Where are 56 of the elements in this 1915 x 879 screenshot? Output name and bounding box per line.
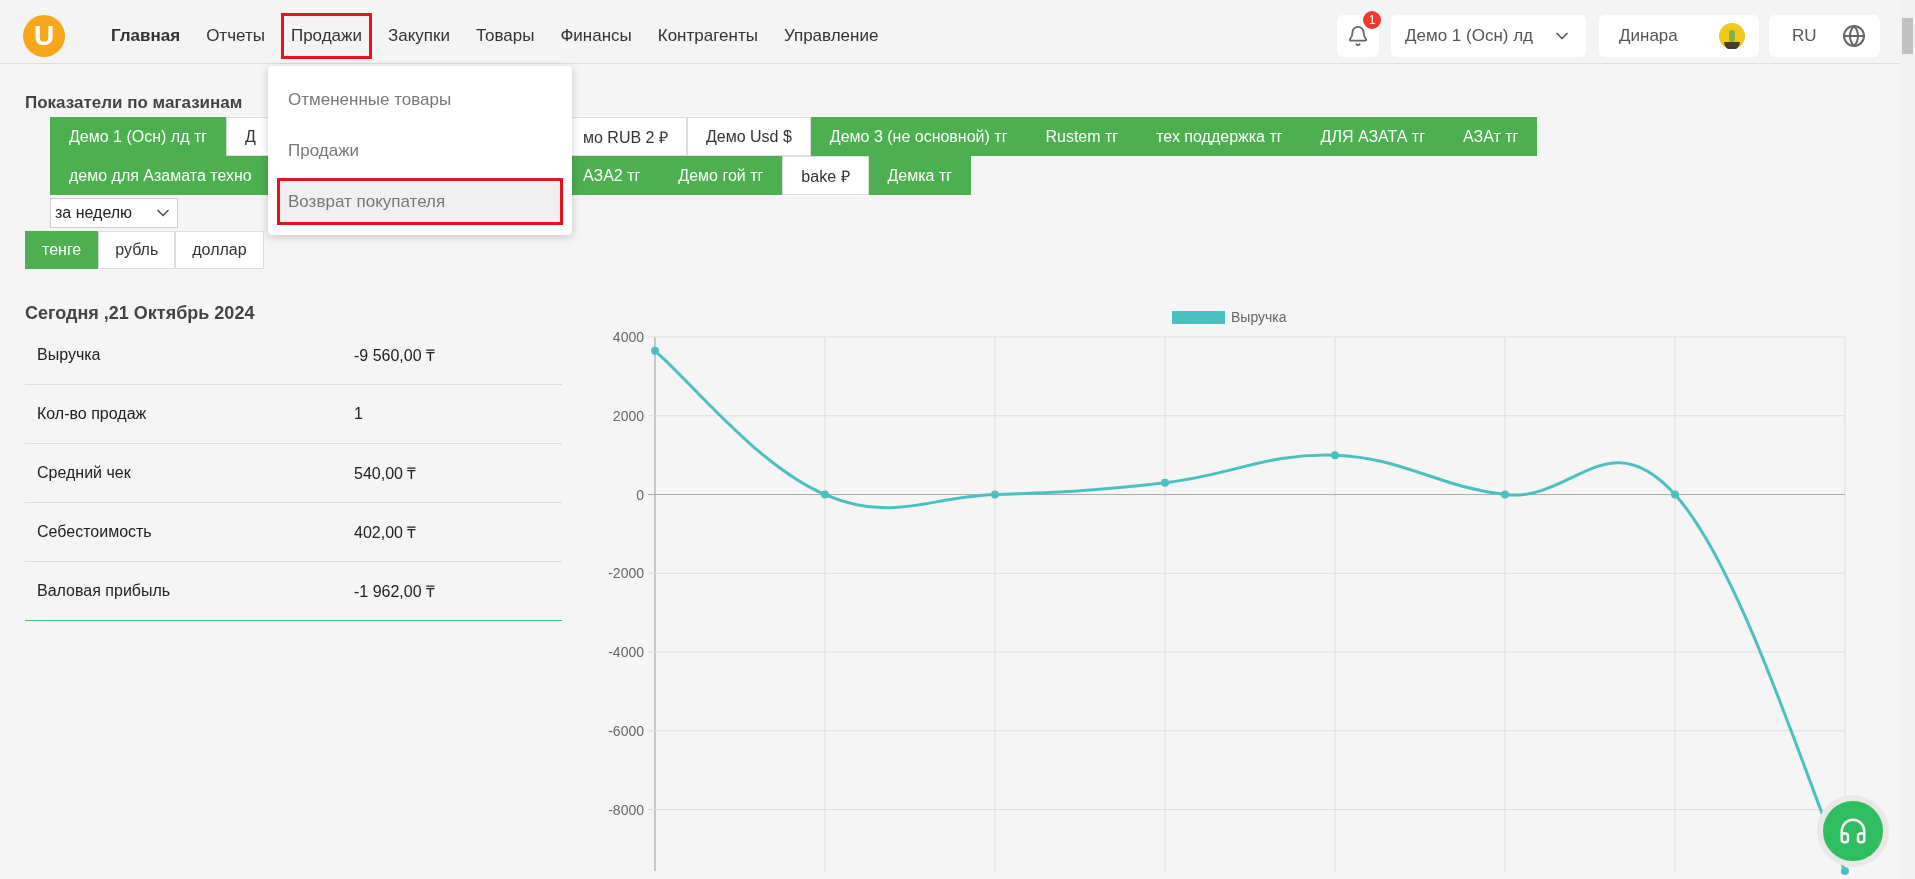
data-point bbox=[1161, 478, 1169, 487]
data-point bbox=[1671, 490, 1679, 499]
nav-link[interactable]: Финансы bbox=[550, 12, 642, 59]
metric-label: Средний чек bbox=[36, 464, 132, 482]
nav-link[interactable]: Контрагенты bbox=[647, 12, 768, 59]
language-button[interactable]: RU bbox=[1769, 14, 1880, 57]
notification-button[interactable]: 1 bbox=[1337, 14, 1379, 57]
globe-icon bbox=[1842, 23, 1866, 48]
metric-label: Кол-во продаж bbox=[36, 405, 148, 423]
legend-label: Выручка bbox=[1231, 309, 1287, 325]
y-tick-label: 4000 bbox=[612, 329, 644, 345]
nav-link[interactable]: Продажи bbox=[280, 12, 372, 59]
nav-link[interactable]: Отчеты bbox=[196, 12, 275, 59]
metric-value: -1 962,00 ₸ bbox=[354, 582, 436, 602]
notification-count: 1 bbox=[1363, 10, 1381, 29]
metric-value: 540,00 ₸ bbox=[354, 464, 417, 484]
metric-label: Себестоимость bbox=[36, 523, 153, 541]
scrollbar[interactable] bbox=[1900, 0, 1915, 879]
data-point bbox=[1331, 451, 1339, 460]
metric-label: Валовая прибыль bbox=[36, 582, 172, 600]
user-button[interactable]: Динара bbox=[1599, 14, 1759, 57]
data-point bbox=[1841, 867, 1849, 875]
currency-tab[interactable]: доллар bbox=[175, 231, 264, 269]
legend-swatch bbox=[1172, 311, 1225, 324]
data-point bbox=[991, 490, 999, 499]
y-tick-label: -2000 bbox=[608, 565, 644, 582]
data-point bbox=[821, 490, 829, 499]
nav-link[interactable]: Товары bbox=[465, 12, 545, 59]
avatar-icon bbox=[1719, 22, 1745, 49]
data-point bbox=[651, 346, 659, 355]
y-tick-label: -4000 bbox=[608, 644, 644, 661]
headset-icon bbox=[1838, 816, 1868, 846]
y-tick-label: 0 bbox=[636, 486, 644, 503]
menu-item[interactable]: Возврат покупателя bbox=[277, 178, 563, 225]
currency-tab[interactable]: рубль bbox=[98, 231, 176, 269]
data-point bbox=[1501, 490, 1509, 499]
nav-link[interactable]: Управление bbox=[773, 12, 889, 59]
menu-item[interactable]: Отмененные товары bbox=[277, 76, 563, 123]
nav-link[interactable]: Главная bbox=[101, 12, 191, 59]
metric-label: Выручка bbox=[36, 346, 102, 364]
y-tick-label: -8000 bbox=[608, 801, 644, 818]
store-select[interactable]: Демо 1 (Осн) лд bbox=[1391, 14, 1586, 57]
date-heading: Сегодня ,21 Октябрь 2024 bbox=[25, 303, 256, 324]
store-button[interactable]: Демо Usd $ bbox=[686, 117, 811, 156]
menu-item[interactable]: Продажи bbox=[277, 127, 563, 174]
y-tick-label: 2000 bbox=[612, 407, 644, 424]
metric-value: 402,00 ₸ bbox=[354, 523, 417, 543]
y-tick-label: -6000 bbox=[608, 722, 644, 739]
section-title: Показатели по магазинам bbox=[25, 93, 243, 113]
period-select[interactable]: за неделю bbox=[50, 198, 178, 228]
store-button[interactable]: bake ₽ bbox=[782, 156, 869, 195]
nav-link[interactable]: Закупки bbox=[377, 12, 460, 59]
scrollbar-thumb[interactable] bbox=[1902, 18, 1913, 54]
bell-icon bbox=[1347, 24, 1369, 47]
metric-value: -9 560,00 ₸ bbox=[354, 346, 436, 366]
metric-value: 1 bbox=[354, 405, 363, 423]
